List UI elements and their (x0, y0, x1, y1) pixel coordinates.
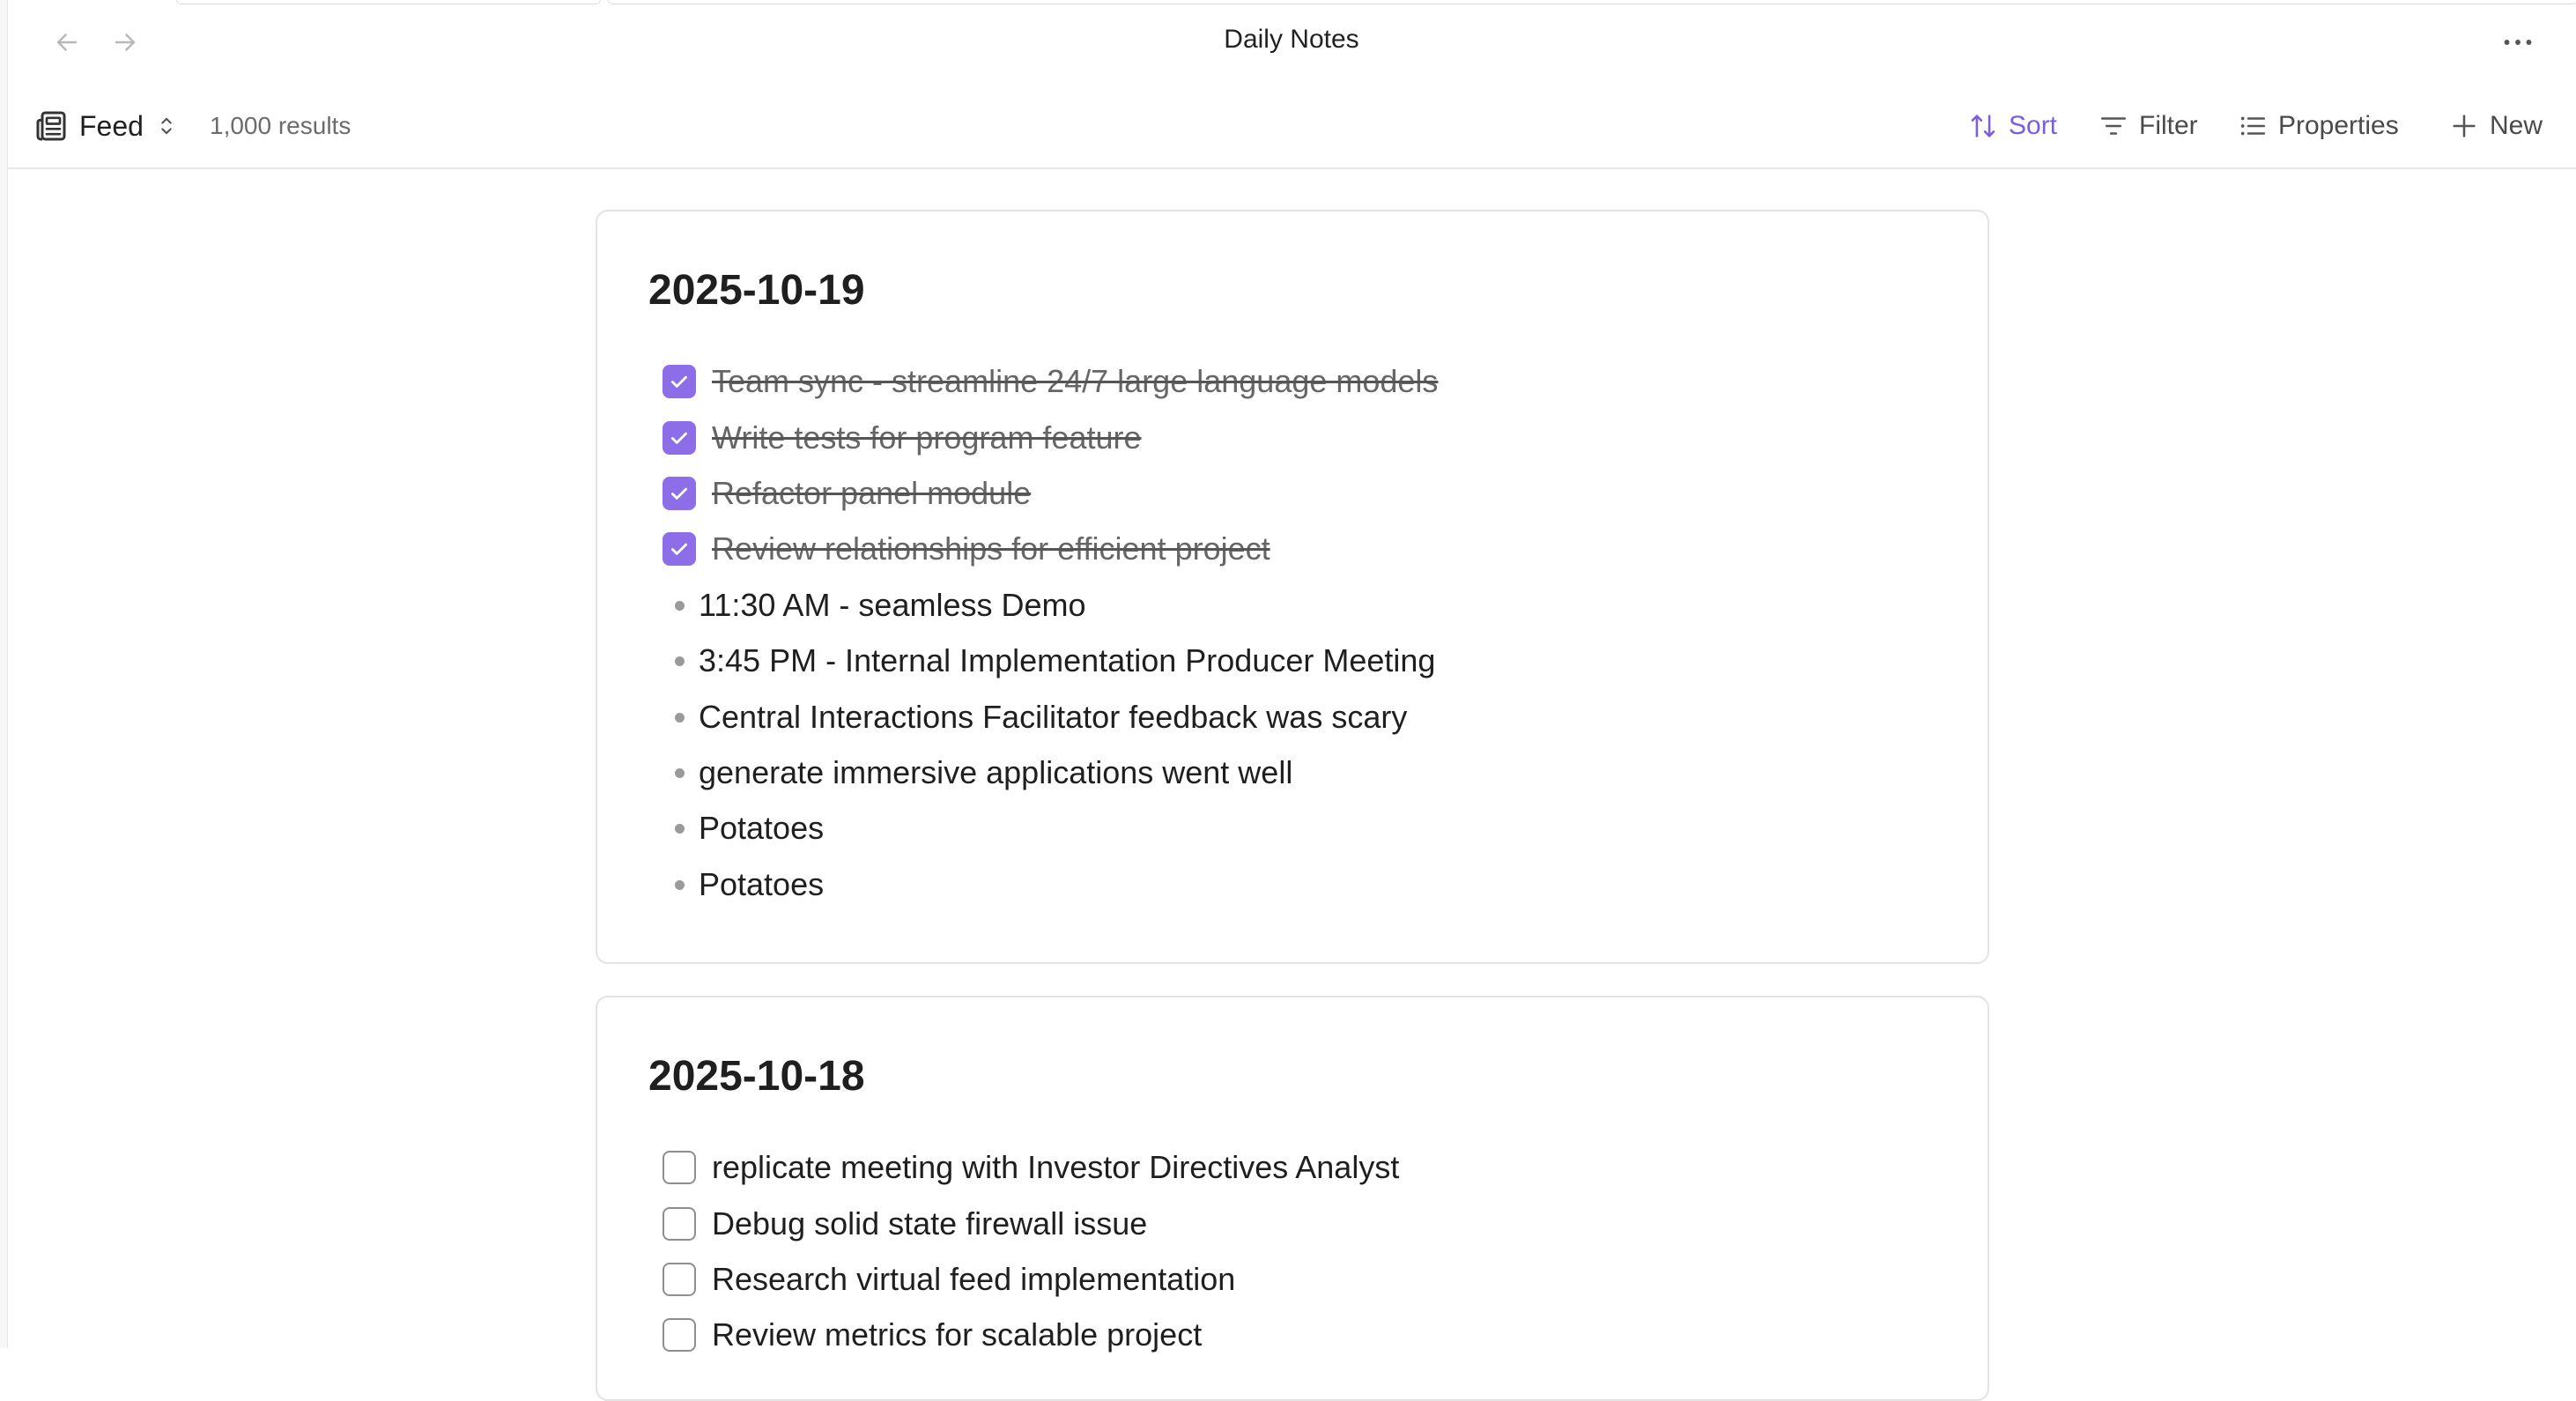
database-toolbar: Feed 1,000 results Sort Filter Propertie… (7, 85, 2576, 169)
bullet-dot (675, 767, 685, 778)
new-label: New (2490, 111, 2543, 140)
properties-label: Properties (2278, 111, 2399, 140)
sort-icon (1971, 115, 1995, 137)
title-bar: Daily Notes (7, 0, 2576, 85)
properties-button[interactable]: Properties (2238, 104, 2399, 148)
task-item: replicate meeting with Investor Directiv… (663, 1140, 1399, 1195)
newspaper-icon (36, 111, 66, 141)
task-checkbox[interactable] (663, 1263, 696, 1296)
checkmark-icon (671, 375, 687, 388)
bullet-item[interactable]: Potatoes (675, 857, 824, 912)
view-switcher[interactable]: Feed (33, 104, 179, 148)
bullet-dot (675, 600, 685, 611)
bullet-text: 11:30 AM - seamless Demo (699, 587, 1086, 623)
filter-label: Filter (2139, 111, 2198, 140)
bullet-dot (675, 712, 685, 723)
sort-label: Sort (2009, 111, 2058, 140)
task-checkbox[interactable] (663, 477, 696, 510)
bullet-dot (675, 879, 685, 890)
more-options-button[interactable] (2493, 21, 2543, 63)
bullet-text: Central Interactions Facilitator feedbac… (699, 699, 1408, 735)
note-card[interactable]: 2025-10-19 Team sync - streamline 24/7 l… (596, 210, 1989, 964)
filter-icon (2100, 117, 2127, 135)
note-date: 2025-10-18 (648, 1053, 865, 1100)
task-checkbox[interactable] (663, 365, 696, 398)
view-name: Feed (79, 109, 144, 142)
task-text[interactable]: Review relationships for efficient proje… (712, 530, 1270, 567)
page-title: Daily Notes (1224, 25, 1359, 54)
filter-button[interactable]: Filter (2099, 104, 2198, 148)
bullet-item[interactable]: Central Interactions Facilitator feedbac… (675, 690, 1407, 745)
ellipsis-icon (2504, 40, 2532, 45)
note-card[interactable]: 2025-10-18 replicate meeting with Invest… (596, 996, 1989, 1401)
bullet-dot (675, 656, 685, 666)
task-text[interactable]: Team sync - streamline 24/7 large langua… (712, 363, 1438, 400)
sort-button[interactable]: Sort (1968, 104, 2057, 148)
task-text[interactable]: Research virtual feed implementation (712, 1261, 1235, 1298)
checkmark-icon (671, 543, 687, 555)
bullet-item[interactable]: Potatoes (675, 801, 824, 856)
bullet-dot (675, 823, 685, 834)
checkmark-icon (671, 487, 687, 500)
chevron-up-down-icon (161, 117, 172, 135)
plus-icon (2453, 115, 2476, 137)
task-item: Review relationships for efficient proje… (663, 522, 1270, 576)
task-checkbox[interactable] (663, 1151, 696, 1184)
bullet-item[interactable]: generate immersive applications went wel… (675, 745, 1292, 800)
task-item: Refactor panel module (663, 466, 1031, 521)
task-item: Write tests for program feature (663, 411, 1142, 465)
bullet-text: generate immersive applications went wel… (699, 754, 1293, 790)
task-text[interactable]: Debug solid state firewall issue (712, 1205, 1147, 1242)
task-checkbox[interactable] (663, 1318, 696, 1352)
new-button[interactable]: New (2449, 104, 2543, 148)
bullet-text: Potatoes (699, 810, 825, 846)
checkmark-icon (671, 432, 687, 444)
task-item: Team sync - streamline 24/7 large langua… (663, 354, 1438, 409)
bullet-text: 3:45 PM - Internal Implementation Produc… (699, 642, 1436, 678)
task-checkbox[interactable] (663, 1207, 696, 1241)
task-text[interactable]: Refactor panel module (712, 475, 1031, 512)
task-item: Debug solid state firewall issue (663, 1197, 1147, 1251)
bullet-text: Potatoes (699, 866, 825, 902)
task-text[interactable]: Write tests for program feature (712, 419, 1142, 456)
results-count: 1,000 results (210, 112, 352, 139)
task-checkbox[interactable] (663, 421, 696, 455)
note-date: 2025-10-19 (648, 267, 865, 314)
task-item: Review metrics for scalable project (663, 1308, 1202, 1362)
task-text[interactable]: replicate meeting with Investor Directiv… (712, 1149, 1399, 1186)
bullet-item[interactable]: 3:45 PM - Internal Implementation Produc… (675, 634, 1435, 688)
task-checkbox[interactable] (663, 532, 696, 566)
bullet-item[interactable]: 11:30 AM - seamless Demo (675, 578, 1086, 633)
task-item: Research virtual feed implementation (663, 1252, 1235, 1307)
list-icon (2240, 116, 2266, 136)
window-left-edge (0, 0, 8, 1348)
